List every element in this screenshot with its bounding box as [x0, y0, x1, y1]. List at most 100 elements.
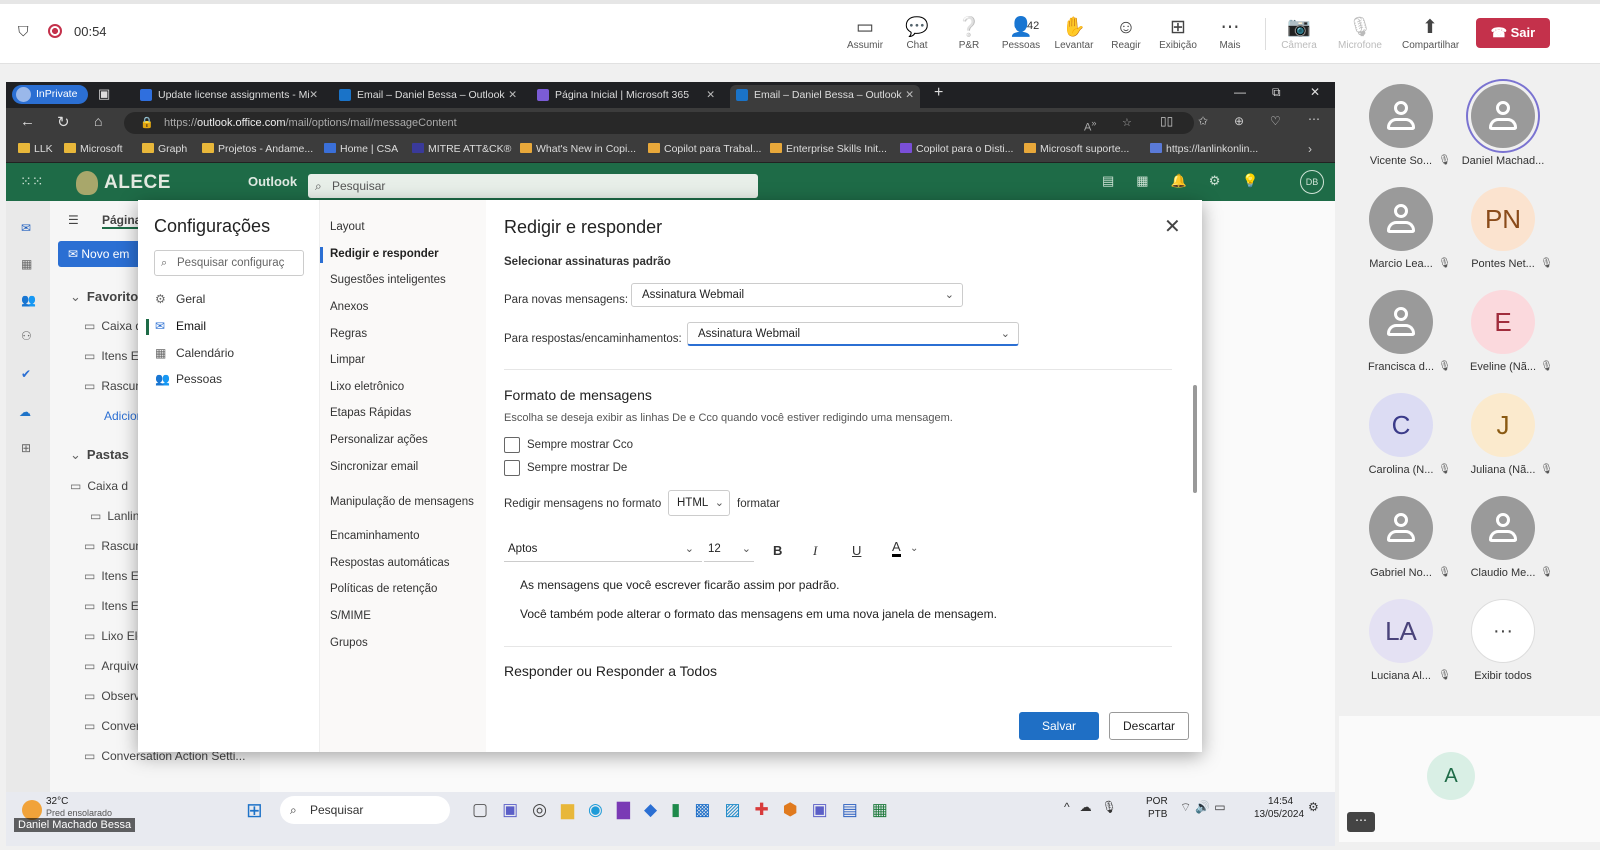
browser-tab[interactable]: Email – Daniel Bessa – Outlook ✕ [333, 85, 523, 108]
participant-tile[interactable]: Daniel Machad... [1451, 84, 1555, 167]
teams-icon[interactable]: ▣ [812, 800, 842, 819]
outlook-icon[interactable]: ▩ [694, 800, 724, 819]
favorite-link[interactable]: Projetos - Andame... [202, 143, 313, 155]
favorites-icon[interactable]: ✩ [1198, 114, 1208, 128]
tray-icons[interactable]: ^☁🎙 [1064, 800, 1127, 814]
subnav-item[interactable]: Redigir e responder [330, 248, 439, 260]
subnav-item[interactable]: S/MIME [330, 610, 371, 622]
new-mail-button[interactable]: ✉ Novo em [58, 241, 148, 267]
subnav-item[interactable]: Grupos [330, 637, 368, 649]
close-tab-icon[interactable]: ✕ [905, 85, 914, 105]
compose-format-dropdown[interactable]: HTML ⌄ [668, 490, 730, 516]
toolbar-qa-button[interactable]: ❔ P&R [941, 16, 997, 51]
subnav-item[interactable]: Sugestões inteligentes [330, 274, 446, 286]
calendar-icon[interactable]: ▦ [21, 257, 32, 271]
favorite-link[interactable]: https://lanlinkonlin... [1150, 143, 1258, 155]
subnav-item[interactable]: Etapas Rápidas [330, 407, 411, 419]
app-icon[interactable]: ▨ [724, 800, 754, 819]
favorite-link[interactable]: LLK [18, 143, 53, 155]
subnav-item[interactable]: Sincronizar email [330, 461, 418, 473]
app-launcher-icon[interactable]: ⁙⁙ [20, 173, 43, 190]
discard-button[interactable]: Descartar [1109, 712, 1189, 740]
chevron-down-icon[interactable]: ⌄ [910, 543, 918, 554]
toolbar-react-button[interactable]: ☺ Reagir [1098, 16, 1154, 51]
language-top[interactable]: POR [1146, 796, 1168, 807]
security-app-icon[interactable]: ◎ [532, 800, 561, 819]
category-pessoas[interactable]: 👥 Pessoas [155, 372, 222, 386]
taskbar-search[interactable]: ⌕ Pesquisar [280, 796, 450, 824]
subnav-item[interactable]: Lixo eletrônico [330, 381, 404, 393]
owa-search[interactable]: ⌕ Pesquisar [308, 174, 758, 198]
show-from-checkbox[interactable] [504, 460, 520, 476]
mail-icon[interactable]: ✉ [21, 221, 31, 235]
hamburger-icon[interactable]: ☰ [68, 213, 79, 227]
teams-app-icon[interactable]: ▣ [502, 800, 532, 819]
toolbar-take-control-button[interactable]: ▭ Assumir [837, 16, 893, 51]
participant-tile[interactable]: Vicente So... 🎙 [1349, 84, 1453, 167]
clock-date[interactable]: 13/05/2024 [1254, 809, 1304, 820]
toolbar-chat-button[interactable]: 💬 Chat [889, 16, 945, 51]
favorite-link[interactable]: Copilot para o Disti... [900, 143, 1013, 155]
underline-icon[interactable]: U [852, 543, 861, 558]
weather-icon[interactable] [22, 800, 42, 820]
participant-tile[interactable]: Claudio Me... 🎙 [1451, 496, 1555, 579]
show-bcc-checkbox[interactable] [504, 437, 520, 453]
subnav-item[interactable]: Políticas de retenção [330, 583, 437, 595]
subnav-item[interactable]: Regras [330, 328, 367, 340]
tab-actions-icon[interactable]: ▣ [98, 86, 110, 102]
signature-reply-dropdown[interactable]: Assinatura Webmail ⌄ [687, 322, 1019, 346]
toolbar-more-button[interactable]: ⋯ Mais [1202, 16, 1258, 51]
edge-icon[interactable]: ◉ [588, 800, 617, 819]
explorer-icon[interactable]: ▆ [561, 800, 588, 819]
subnav-item[interactable]: Encaminhamento [330, 530, 420, 542]
font-dropdown[interactable]: Aptos ⌄ [504, 538, 702, 562]
favorite-link[interactable]: Microsoft [64, 143, 123, 155]
favorite-link[interactable]: Home | CSA [324, 143, 398, 155]
participant-tile[interactable]: Marcio Lea... 🎙 [1349, 187, 1453, 270]
nav-folder[interactable]: ▭ Itens Ex [84, 599, 145, 613]
nav-folder[interactable]: ▭ Rascun [84, 539, 142, 553]
subnav-item[interactable]: Manipulação de mensagens [330, 496, 474, 508]
start-icon[interactable]: ⊞ [246, 798, 263, 823]
signature-new-dropdown[interactable]: Assinatura Webmail ⌄ [631, 283, 963, 307]
close-window-icon[interactable]: ✕ [1310, 85, 1320, 99]
close-tab-icon[interactable]: ✕ [508, 85, 517, 105]
restore-icon[interactable]: ⧉ [1272, 85, 1281, 100]
toolbar-people-button[interactable]: 👤 42 Pessoas [993, 16, 1049, 51]
font-color-icon[interactable]: A [892, 540, 901, 557]
app-icon[interactable]: ▮ [671, 800, 694, 819]
inprivate-badge[interactable]: InPrivate [12, 85, 88, 104]
category-geral[interactable]: ⚙ Geral [155, 292, 205, 306]
subnav-item[interactable]: Layout [330, 221, 365, 233]
favorite-link[interactable]: Graph [142, 143, 187, 155]
favorite-link[interactable]: Microsoft suporte... [1024, 143, 1129, 155]
notification-icon[interactable]: ⚙ [1308, 800, 1319, 814]
panel-scrollbar[interactable] [1193, 385, 1197, 493]
settings-search[interactable]: ⌕ Pesquisar configuraç [154, 250, 304, 276]
nav-folder[interactable]: ▭ Itens En [84, 349, 145, 363]
subnav-item[interactable]: Personalizar ações [330, 434, 428, 446]
task-view-icon[interactable]: ▢ [472, 800, 502, 819]
nav-folder[interactable]: ▭ Itens En [84, 569, 145, 583]
people-icon[interactable]: 👥 [21, 293, 36, 307]
url-field[interactable]: 🔒 https://outlook.office.com/mail/option… [124, 112, 1194, 134]
toolbar-mic-off-button[interactable]: 🎙 Microfone [1332, 16, 1388, 51]
read-aloud-icon[interactable]: A» [1084, 112, 1096, 139]
toolbar-share-button[interactable]: ⬆ Compartilhar [1402, 16, 1459, 51]
network-volume-icons[interactable]: ⌔🔊▭ [1180, 800, 1230, 815]
nav-folder[interactable]: ▭ Lanlin [90, 509, 139, 523]
new-tab-icon[interactable]: + [934, 84, 943, 102]
close-tab-icon[interactable]: ✕ [706, 85, 715, 105]
bold-icon[interactable]: B [773, 543, 782, 558]
subnav-item[interactable]: Anexos [330, 301, 368, 313]
browser-tab[interactable]: Página Inicial | Microsoft 365 ✕ [531, 85, 721, 108]
nav-folder[interactable]: ▭ Caixa d [70, 479, 128, 493]
user-avatar[interactable]: DB [1300, 170, 1324, 194]
show-all-button[interactable]: ··· Exibir todos [1451, 599, 1555, 682]
extensions-icon[interactable]: ♡ [1270, 114, 1281, 128]
app-icon[interactable]: ⬢ [783, 800, 812, 819]
favorite-link[interactable]: MITRE ATT&CK® [412, 143, 511, 155]
nav-section-header[interactable]: ⌄ Pastas [70, 447, 129, 463]
favorite-link[interactable]: Copilot para Trabal... [648, 143, 761, 155]
nav-folder[interactable]: ▭ Lixo Ele [84, 629, 144, 643]
